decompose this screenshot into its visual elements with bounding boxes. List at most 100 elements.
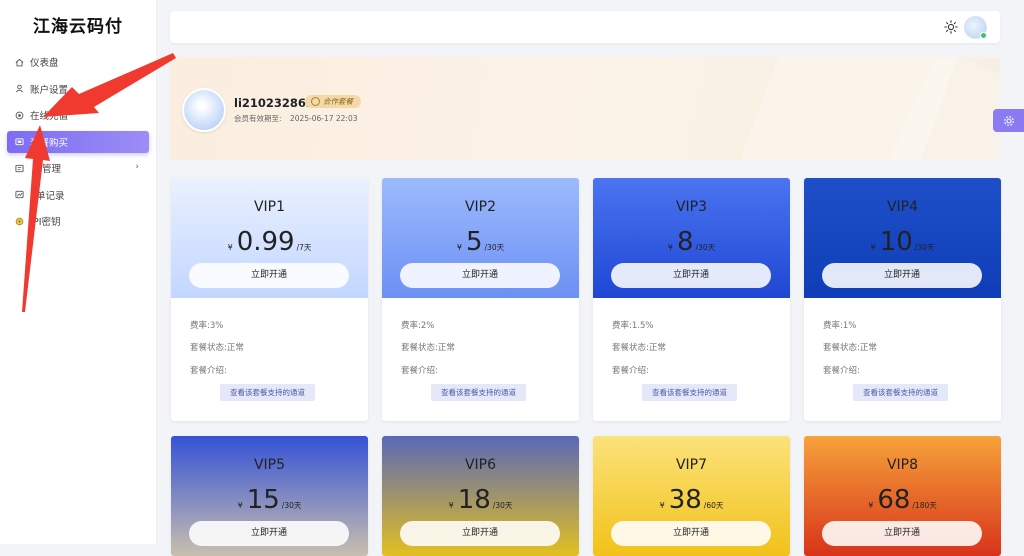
plan-name: VIP2 <box>464 199 497 215</box>
plan-name: VIP1 <box>253 199 286 215</box>
sidebar-item-label: 在线充值 <box>30 111 69 122</box>
chevron-right-icon: › <box>135 162 139 172</box>
sidebar-item-label: 仪表盘 <box>30 58 59 69</box>
price-amount: 5 <box>465 227 483 257</box>
plan-price: ¥18/30天 <box>382 485 579 515</box>
plan-card-body: 费率:2% 套餐状态:正常 套餐介绍: 查看该套餐支持的通道 <box>382 298 579 421</box>
sidebar-item-recharge[interactable]: 在线充值 <box>7 104 149 126</box>
currency-symbol: ¥ <box>659 501 665 510</box>
plan-rate: 费率:3% <box>190 321 224 331</box>
plan-intro: 套餐介绍: <box>612 366 649 376</box>
view-channels-button[interactable]: 查看该套餐支持的通道 <box>642 384 737 401</box>
plan-card-vip5: VIP5 ¥15/30天 立即开通 <box>171 436 368 556</box>
subscribe-button[interactable]: 立即开通 <box>189 263 349 288</box>
plan-card-header: VIP1 ¥0.99/7天 立即开通 <box>171 178 368 298</box>
view-channels-button[interactable]: 查看该套餐支持的通道 <box>431 384 526 401</box>
price-period: /30天 <box>484 243 505 252</box>
sidebar-item-account[interactable]: 账户设置 <box>7 78 149 100</box>
plan-intro: 套餐介绍: <box>401 366 438 376</box>
coin-icon <box>15 111 24 119</box>
price-amount: 15 <box>246 485 280 515</box>
top-header <box>170 11 1000 43</box>
sidebar-item-label: 单记录 <box>36 190 65 202</box>
plan-card-body: 费率:3% 套餐状态:正常 套餐介绍: 查看该套餐支持的通道 <box>171 298 368 421</box>
membership-badge-label: 合作套餐 <box>323 97 353 106</box>
price-period: /30天 <box>492 501 513 510</box>
home-icon <box>15 58 24 66</box>
plan-price: ¥0.99/7天 <box>171 227 368 257</box>
view-channels-button[interactable]: 查看该套餐支持的通道 <box>853 384 948 401</box>
price-period: /30天 <box>914 243 935 252</box>
profile-banner: li210232862 合作套餐 会员有效期至: 2025-06-17 22:0… <box>170 57 1000 160</box>
plan-rate: 费率:1% <box>823 321 857 331</box>
plan-name: VIP6 <box>464 457 497 473</box>
price-period: /30天 <box>695 243 716 252</box>
subscribe-button[interactable]: 立即开通 <box>400 263 560 288</box>
plan-name: VIP8 <box>886 457 919 473</box>
price-period: /60天 <box>703 501 724 510</box>
sidebar-item-label: 套餐购买 <box>30 137 69 149</box>
key-icon <box>15 217 24 225</box>
plan-card-header: VIP5 ¥15/30天 立即开通 <box>171 436 368 556</box>
plan-card-header: VIP6 ¥18/30天 立即开通 <box>382 436 579 556</box>
price-amount: 38 <box>668 485 702 515</box>
plan-name: VIP3 <box>675 199 708 215</box>
view-channels-button[interactable]: 查看该套餐支持的通道 <box>220 384 315 401</box>
plan-card-header: VIP3 ¥8/30天 立即开通 <box>593 178 790 298</box>
order-icon <box>15 190 24 199</box>
plan-price: ¥68/180天 <box>804 485 1001 515</box>
plan-card-vip6: VIP6 ¥18/30天 立即开通 <box>382 436 579 556</box>
channel-icon <box>15 164 24 172</box>
sidebar-item-label: 管理 <box>42 164 62 175</box>
plan-card-vip8: VIP8 ¥68/180天 立即开通 <box>804 436 1001 556</box>
price-amount: 18 <box>457 485 491 515</box>
sidebar-item-dashboard[interactable]: 仪表盘 <box>7 51 149 73</box>
plan-intro: 套餐介绍: <box>190 366 227 376</box>
plan-card-header: VIP4 ¥10/30天 立即开通 <box>804 178 1001 298</box>
plan-price: ¥15/30天 <box>171 485 368 515</box>
subscribe-button[interactable]: 立即开通 <box>822 521 982 546</box>
plan-card-vip1: VIP1 ¥0.99/7天 立即开通 费率:3% 套餐状态:正常 套餐介绍: 查… <box>171 178 368 421</box>
avatar-icon[interactable] <box>964 16 987 39</box>
subscribe-button[interactable]: 立即开通 <box>822 263 982 288</box>
plan-card-header: VIP2 ¥5/30天 立即开通 <box>382 178 579 298</box>
app-logo: 江海云码付 <box>33 17 123 37</box>
settings-float-button[interactable] <box>993 109 1024 132</box>
sidebar-item-channels[interactable]: 管理 › <box>7 157 149 179</box>
sun-icon[interactable] <box>944 20 958 34</box>
currency-symbol: ¥ <box>870 243 876 252</box>
sidebar-item-package[interactable]: 套餐购买 <box>7 130 149 153</box>
plan-card-header: VIP7 ¥38/60天 立即开通 <box>593 436 790 556</box>
currency-symbol: ¥ <box>868 501 874 510</box>
sidebar-item-api-key[interactable]: PI密钥 <box>7 210 149 232</box>
plan-card-vip3: VIP3 ¥8/30天 立即开通 费率:1.5% 套餐状态:正常 套餐介绍: 查… <box>593 178 790 421</box>
profile-username: li210232862 <box>234 96 314 110</box>
plan-price: ¥38/60天 <box>593 485 790 515</box>
plan-price: ¥5/30天 <box>382 227 579 257</box>
profile-avatar <box>182 88 226 132</box>
plan-card-body: 费率:1% 套餐状态:正常 套餐介绍: 查看该套餐支持的通道 <box>804 298 1001 421</box>
membership-expiry: 会员有效期至: 2025-06-17 22:03 <box>234 113 358 124</box>
price-period: /180天 <box>912 501 937 510</box>
subscribe-button[interactable]: 立即开通 <box>400 521 560 546</box>
plan-card-body: 费率:1.5% 套餐状态:正常 套餐介绍: 查看该套餐支持的通道 <box>593 298 790 421</box>
sidebar-menu: 仪表盘 账户设置 在线充值 套餐购买 管理 › 单记录 PI密钥 <box>7 51 149 237</box>
plan-name: VIP7 <box>675 457 708 473</box>
subscribe-button[interactable]: 立即开通 <box>189 521 349 546</box>
sidebar-item-orders[interactable]: 单记录 <box>7 184 149 206</box>
membership-badge: 合作套餐 <box>305 95 361 108</box>
price-amount: 10 <box>879 227 913 257</box>
price-period: /7天 <box>296 243 312 252</box>
currency-symbol: ¥ <box>227 243 233 252</box>
plan-name: VIP4 <box>886 199 919 215</box>
currency-symbol: ¥ <box>456 243 462 252</box>
currency-symbol: ¥ <box>448 501 454 510</box>
subscribe-button[interactable]: 立即开通 <box>611 521 771 546</box>
subscribe-button[interactable]: 立即开通 <box>611 263 771 288</box>
plan-name: VIP5 <box>253 457 286 473</box>
package-icon <box>15 138 24 146</box>
sidebar-item-label: PI密钥 <box>33 217 61 228</box>
plan-card-vip7: VIP7 ¥38/60天 立即开通 <box>593 436 790 556</box>
price-amount: 8 <box>676 227 694 257</box>
badge-icon <box>311 97 320 106</box>
